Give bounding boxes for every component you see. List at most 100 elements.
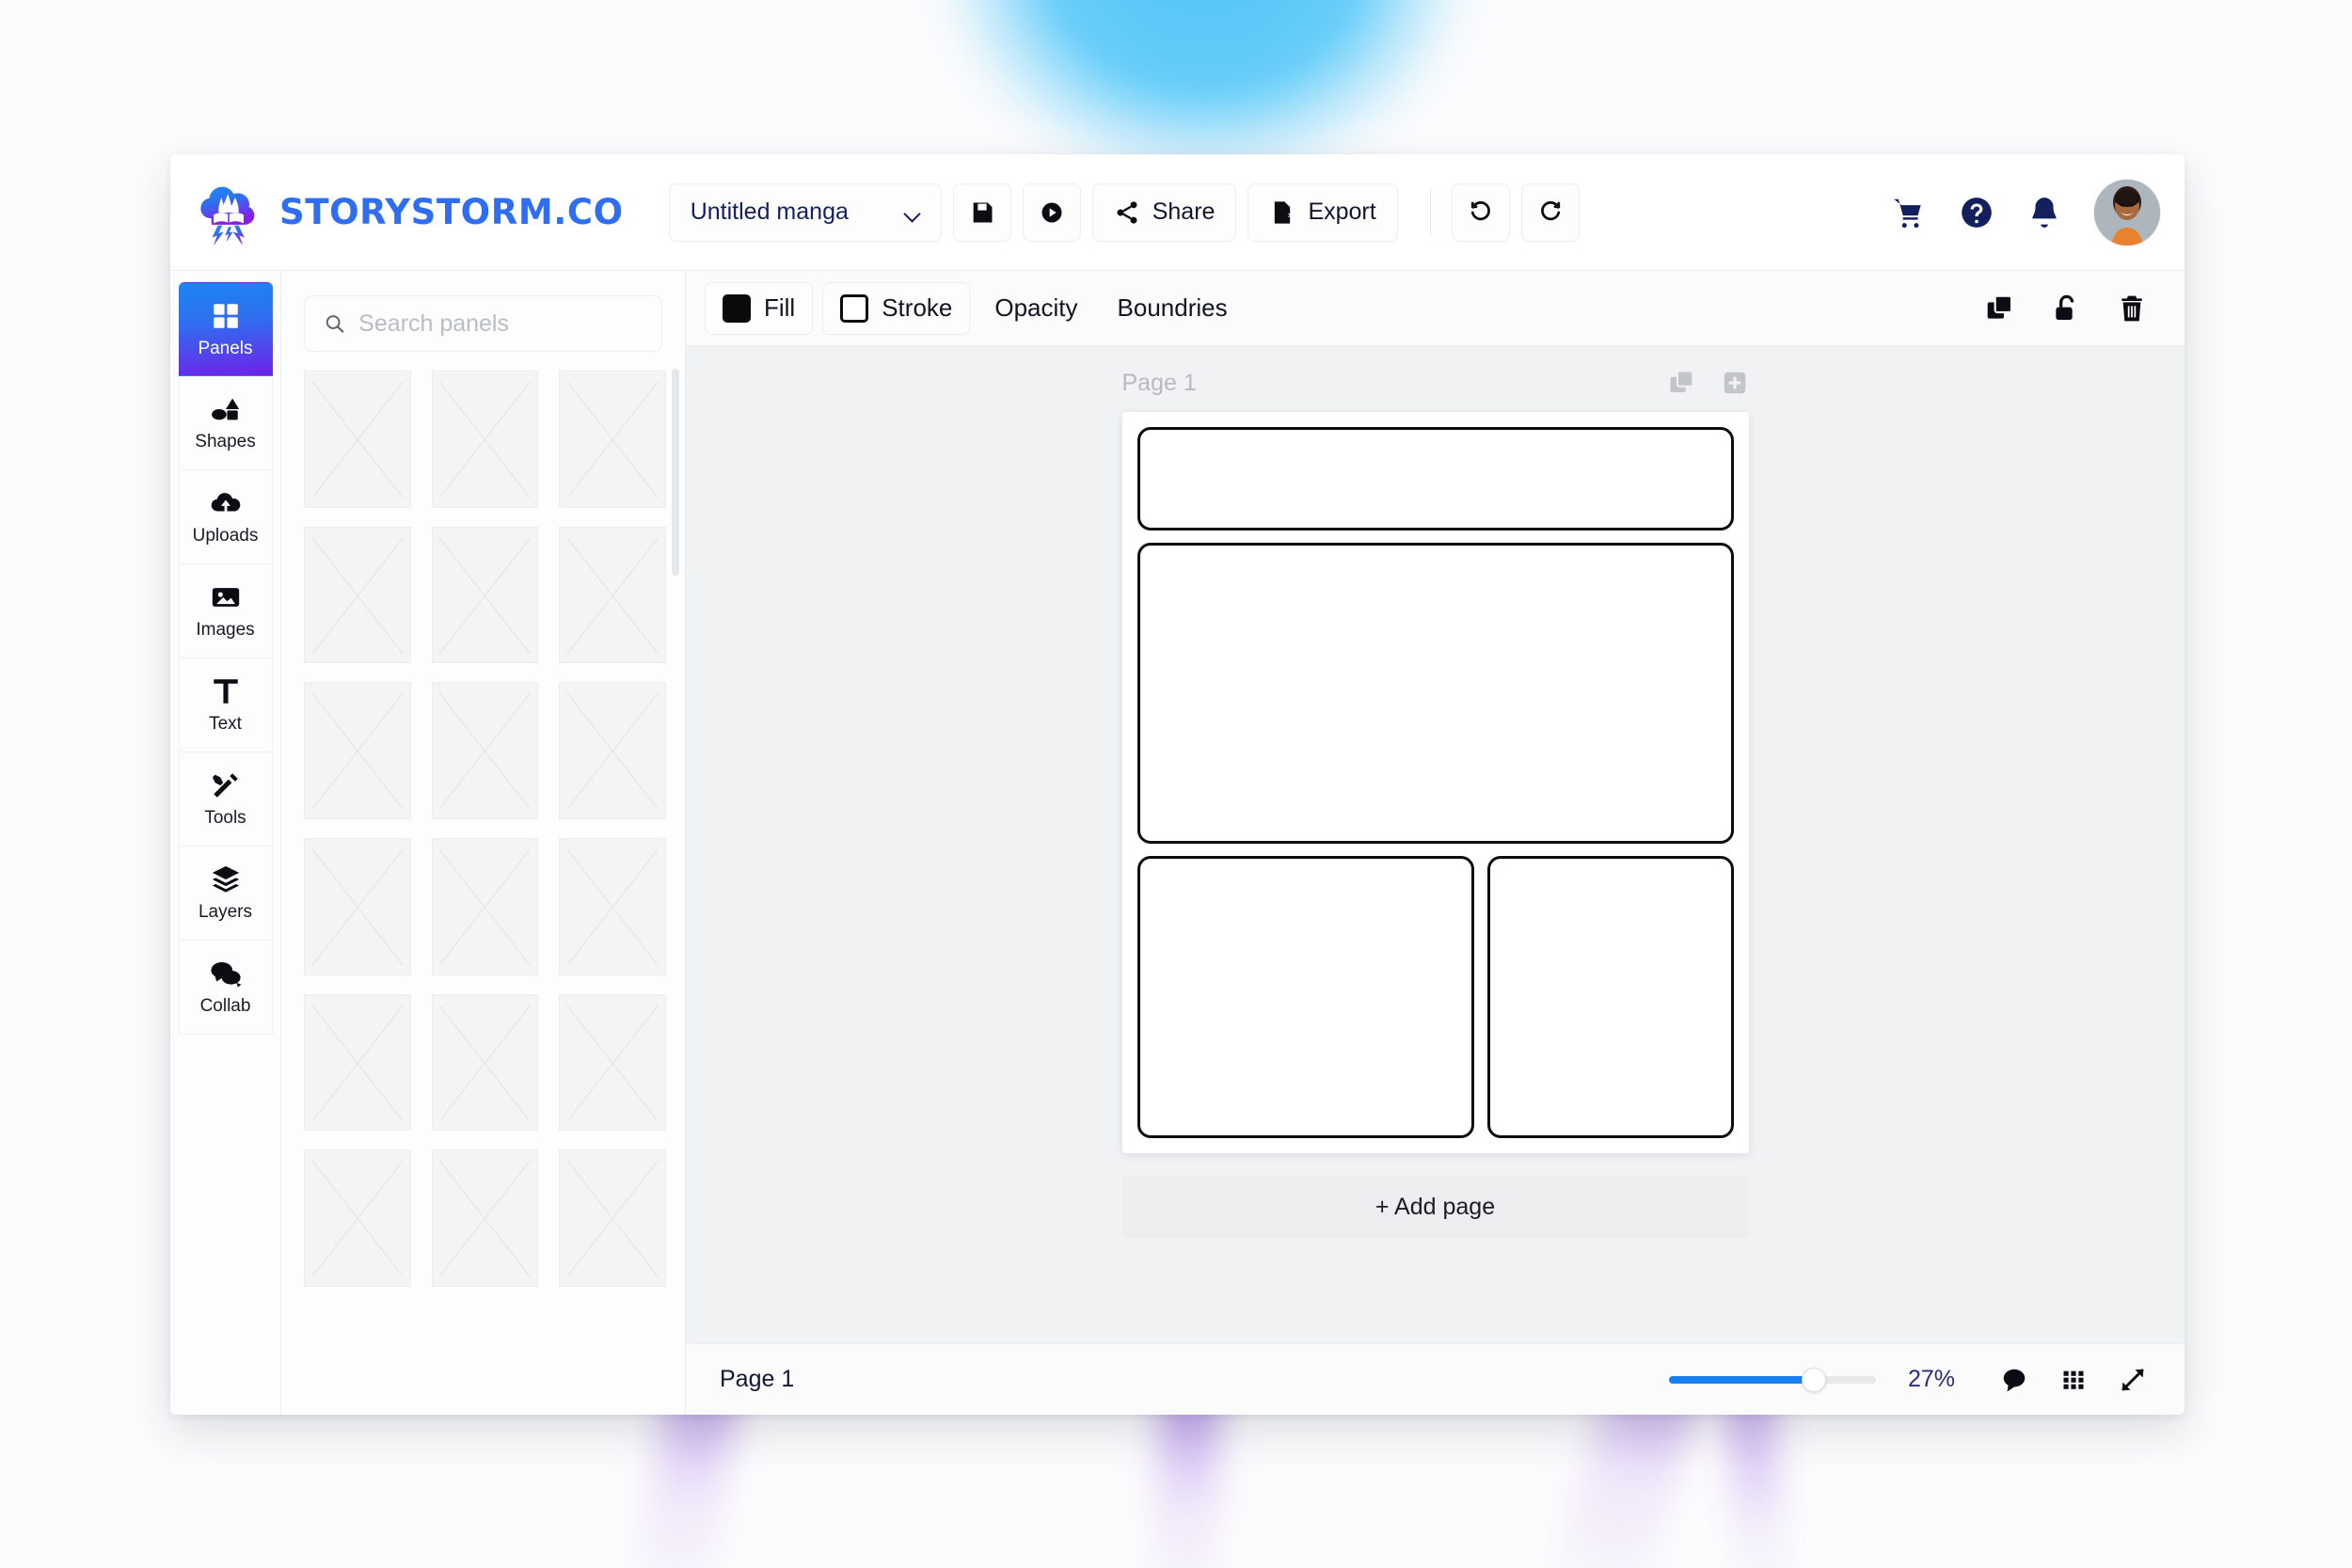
stroke-button[interactable]: Stroke xyxy=(822,281,971,335)
add-square-icon xyxy=(1724,372,1745,394)
grid-dots-icon xyxy=(2063,1370,2084,1389)
history-controls xyxy=(1451,182,1580,242)
expand-arrows-icon xyxy=(2122,1369,2144,1390)
search-input[interactable] xyxy=(358,309,643,338)
sidebar-item-text[interactable]: Text xyxy=(178,658,273,752)
undo-button[interactable] xyxy=(1451,182,1510,242)
export-button[interactable]: Export xyxy=(1248,182,1398,242)
manga-panel-3[interactable] xyxy=(1136,856,1474,1138)
brand[interactable]: STORYSTORM.CO xyxy=(193,177,624,248)
text-t-icon xyxy=(213,679,238,704)
panel-thumbnail[interactable] xyxy=(431,682,539,820)
search-wrapper xyxy=(281,271,685,365)
panel-thumbnail-scroll[interactable] xyxy=(281,365,685,1415)
comment-bubble-icon xyxy=(2003,1369,2026,1391)
avatar[interactable] xyxy=(2094,179,2160,245)
duplicate-button[interactable] xyxy=(1985,293,2015,324)
panel-thumbnail[interactable] xyxy=(431,993,539,1132)
cloud-upload-icon xyxy=(211,493,240,515)
page-actions xyxy=(1668,369,1749,397)
panel-thumbnail[interactable] xyxy=(559,993,666,1132)
app-header: STORYSTORM.CO Untitled manga Share Expor… xyxy=(170,154,2185,271)
zoom-slider[interactable] xyxy=(1669,1367,1876,1392)
comments-button[interactable] xyxy=(2000,1366,2028,1394)
document-title: Untitled manga xyxy=(690,198,849,225)
panel-thumbnail[interactable] xyxy=(304,838,411,975)
tools-icon xyxy=(212,773,238,798)
fill-button[interactable]: Fill xyxy=(705,281,814,335)
duplicate-page-button[interactable] xyxy=(1668,369,1696,397)
chat-bubbles-icon xyxy=(210,961,241,988)
panel-thumbnail[interactable] xyxy=(559,682,666,820)
sidebar-item-label: Collab xyxy=(199,996,251,1016)
save-button[interactable] xyxy=(952,182,1011,242)
play-circle-icon xyxy=(1041,202,1062,222)
panel-thumbnail[interactable] xyxy=(431,1149,539,1288)
panel-thumbnail[interactable] xyxy=(304,1149,411,1288)
stroke-label: Stroke xyxy=(882,293,953,322)
sidebar-item-layers[interactable]: Layers xyxy=(178,847,273,941)
sidebar-item-uploads[interactable]: Uploads xyxy=(178,470,273,564)
fill-swatch-icon xyxy=(723,293,751,323)
duplicate-layers-icon xyxy=(1987,294,2013,319)
opacity-button[interactable]: Opacity xyxy=(979,293,1092,323)
panels-scrollbar[interactable] xyxy=(672,369,679,576)
properties-right-actions xyxy=(1985,293,2147,324)
sidebar-item-label: Uploads xyxy=(192,526,259,546)
image-icon xyxy=(212,588,239,607)
zoom-slider-fill xyxy=(1669,1375,1814,1384)
chevron-down-icon xyxy=(905,208,920,217)
sidebar-item-shapes[interactable]: Shapes xyxy=(178,376,273,470)
shopping-cart-icon xyxy=(1894,198,1921,228)
save-disk-icon xyxy=(973,202,993,222)
canvas-area[interactable]: Page 1 + Add page xyxy=(686,346,2185,1343)
add-panel-button[interactable] xyxy=(1721,369,1749,397)
properties-toolbar: Fill Stroke Opacity Boundries xyxy=(686,271,2185,346)
panel-thumbnail[interactable] xyxy=(559,1149,666,1288)
panel-thumbnail[interactable] xyxy=(304,526,411,664)
app-body: Panels Shapes Uploads Images Text Tools … xyxy=(170,271,2185,1415)
sidebar-item-collab[interactable]: Collab xyxy=(178,941,273,1035)
sidebar-item-images[interactable]: Images xyxy=(178,564,273,658)
present-button[interactable] xyxy=(1022,182,1081,242)
status-right-controls: 27% xyxy=(1669,1366,2147,1394)
panel-thumbnail[interactable] xyxy=(559,526,666,664)
brand-name: STORYSTORM.CO xyxy=(279,192,624,232)
redo-button[interactable] xyxy=(1520,182,1580,242)
notifications-button[interactable] xyxy=(2026,195,2062,230)
sidebar-item-label: Text xyxy=(209,714,242,734)
lock-button[interactable] xyxy=(2051,293,2081,324)
fullscreen-button[interactable] xyxy=(2119,1366,2147,1394)
delete-button[interactable] xyxy=(2117,293,2147,324)
zoom-slider-knob[interactable] xyxy=(1802,1367,1826,1392)
panel-thumbnail[interactable] xyxy=(431,838,539,975)
panel-thumbnail[interactable] xyxy=(304,993,411,1132)
search-icon xyxy=(326,315,344,333)
sidebar-item-label: Layers xyxy=(198,902,253,922)
sidebar-item-label: Tools xyxy=(204,808,246,828)
panel-thumbnail[interactable] xyxy=(304,682,411,820)
page-sheet[interactable] xyxy=(1121,412,1749,1153)
stroke-swatch-icon xyxy=(840,293,869,323)
manga-panel-4[interactable] xyxy=(1486,856,1734,1138)
panel-thumbnail[interactable] xyxy=(304,371,411,508)
help-button[interactable] xyxy=(1959,195,1994,230)
manga-panel-2[interactable] xyxy=(1136,543,1734,844)
sidebar-item-label: Images xyxy=(196,620,255,640)
export-label: Export xyxy=(1308,198,1376,225)
add-page-button[interactable]: + Add page xyxy=(1121,1176,1749,1238)
panel-thumbnail[interactable] xyxy=(431,371,539,508)
cart-button[interactable] xyxy=(1891,195,1927,230)
document-title-dropdown[interactable]: Untitled manga xyxy=(668,182,942,242)
boundaries-button[interactable]: Boundries xyxy=(1103,293,1243,323)
manga-panel-1[interactable] xyxy=(1136,427,1734,531)
search-box[interactable] xyxy=(304,295,662,352)
share-button[interactable]: Share xyxy=(1091,182,1237,242)
sidebar-item-panels[interactable]: Panels xyxy=(178,282,273,376)
sidebar-item-tools[interactable]: Tools xyxy=(178,752,273,847)
panel-thumbnail[interactable] xyxy=(559,371,666,508)
panel-thumbnail[interactable] xyxy=(431,526,539,664)
page-label: Page 1 xyxy=(1121,369,1197,396)
grid-view-button[interactable] xyxy=(2060,1367,2087,1393)
panel-thumbnail[interactable] xyxy=(559,838,666,975)
